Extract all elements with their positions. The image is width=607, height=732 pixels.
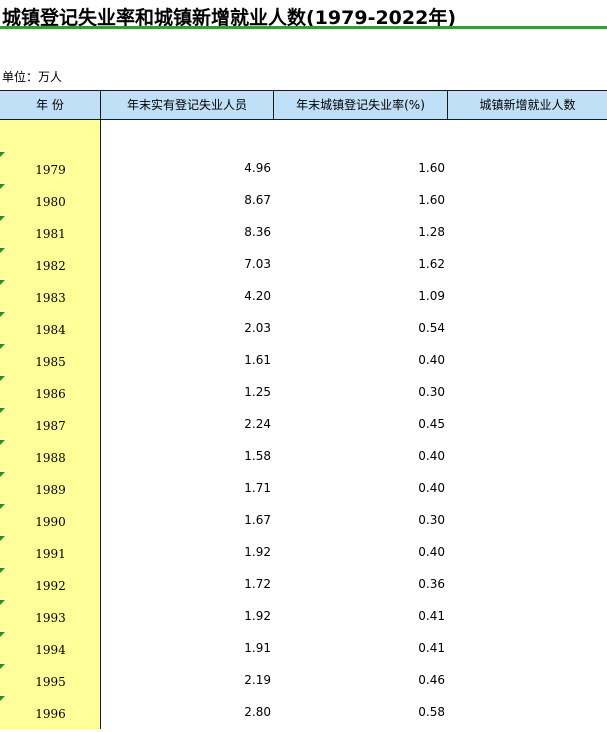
cell-new-employment[interactable] — [448, 632, 607, 664]
cell-unemployment-rate[interactable]: 0.30 — [274, 504, 448, 536]
cell-new-employment[interactable] — [448, 376, 607, 408]
cell-new-employment[interactable] — [448, 248, 607, 280]
cell-registered-unemployed[interactable]: 2.03 — [101, 312, 274, 344]
cell-unemployment-rate[interactable]: 0.58 — [274, 696, 448, 728]
cell-registered-unemployed[interactable]: 1.71 — [101, 472, 274, 504]
cell-year[interactable]: 1993 — [0, 600, 101, 632]
cell-year[interactable]: 1994 — [0, 632, 101, 664]
cell-unemployment-rate[interactable]: 1.28 — [274, 216, 448, 248]
cell-unemployment-rate[interactable]: 0.40 — [274, 440, 448, 472]
cell-registered-unemployed[interactable]: 8.67 — [101, 184, 274, 216]
cell-new-employment[interactable] — [448, 472, 607, 504]
cell-new-employment[interactable] — [448, 504, 607, 536]
cell-year[interactable]: 1996 — [0, 696, 101, 728]
cell-year[interactable]: 1985 — [0, 344, 101, 376]
cell-unemployment-rate[interactable]: 0.40 — [274, 472, 448, 504]
cell-year[interactable]: 1979 — [0, 152, 101, 184]
table-row: 1983 4.20 1.09 — [0, 280, 607, 312]
title-underline — [0, 26, 607, 29]
cell-new-employment[interactable] — [448, 280, 607, 312]
cell-new-employment[interactable] — [448, 216, 607, 248]
cell-year[interactable]: 1984 — [0, 312, 101, 344]
table-row: 1984 2.03 0.54 — [0, 312, 607, 344]
cell-registered-unemployed[interactable]: 4.96 — [101, 152, 274, 184]
table-row: 1980 8.67 1.60 — [0, 184, 607, 216]
cell-registered-unemployed[interactable]: 1.61 — [101, 344, 274, 376]
table-row: 1986 1.25 0.30 — [0, 376, 607, 408]
table-header: 年 份 年末实有登记失业人员 年末城镇登记失业率(%) 城镇新增就业人数 — [0, 90, 607, 120]
table-row: 1979 4.96 1.60 — [0, 152, 607, 184]
cell-new-employment[interactable] — [448, 184, 607, 216]
cell-unemployment-rate[interactable]: 0.41 — [274, 600, 448, 632]
unit-label: 单位：万人 — [2, 70, 63, 84]
cell-unemployment-rate[interactable]: 0.45 — [274, 408, 448, 440]
table-row: 1993 1.92 0.41 — [0, 600, 607, 632]
cell-year[interactable]: 1991 — [0, 536, 101, 568]
cell-new-employment[interactable] — [448, 696, 607, 728]
table-row: 1985 1.61 0.40 — [0, 344, 607, 376]
cell-year[interactable]: 1995 — [0, 664, 101, 696]
cell-unemployment-rate[interactable]: 0.41 — [274, 632, 448, 664]
cell-unemployment-rate[interactable]: 0.54 — [274, 312, 448, 344]
table-row: 1987 2.24 0.45 — [0, 408, 607, 440]
table-row: 1990 1.67 0.30 — [0, 504, 607, 536]
cell-new-employment[interactable] — [448, 152, 607, 184]
cell-year[interactable]: 1986 — [0, 376, 101, 408]
cell-registered-unemployed[interactable]: 8.36 — [101, 216, 274, 248]
cell-registered-unemployed[interactable]: 1.58 — [101, 440, 274, 472]
cell-unemployment-rate[interactable]: 0.40 — [274, 536, 448, 568]
cell-registered-unemployed[interactable]: 1.91 — [101, 632, 274, 664]
header-registered-unemployed[interactable]: 年末实有登记失业人员 — [101, 91, 274, 119]
cell-registered-unemployed[interactable]: 2.24 — [101, 408, 274, 440]
cell-unemployment-rate[interactable]: 1.60 — [274, 152, 448, 184]
cell-new-employment[interactable] — [448, 600, 607, 632]
cell-new-employment[interactable] — [448, 312, 607, 344]
cell-unemployment-rate[interactable]: 0.40 — [274, 344, 448, 376]
table-row: 1988 1.58 0.40 — [0, 440, 607, 472]
cell-year[interactable]: 1992 — [0, 568, 101, 600]
cell-new-employment[interactable] — [448, 440, 607, 472]
cell-unemployment-rate[interactable]: 0.30 — [274, 376, 448, 408]
cell-new-employment[interactable] — [448, 536, 607, 568]
cell-registered-unemployed[interactable]: 1.67 — [101, 504, 274, 536]
cell-registered-unemployed[interactable]: 2.19 — [101, 664, 274, 696]
cell-registered-unemployed[interactable]: 1.92 — [101, 600, 274, 632]
table-row: 1982 7.03 1.62 — [0, 248, 607, 280]
cell-registered-unemployed[interactable]: 4.20 — [101, 280, 274, 312]
cell-unemployment-rate[interactable]: 1.09 — [274, 280, 448, 312]
cell-registered-unemployed[interactable]: 7.03 — [101, 248, 274, 280]
table-row: 1994 1.91 0.41 — [0, 632, 607, 664]
cell-unemployment-rate[interactable]: 0.36 — [274, 568, 448, 600]
header-new-employment[interactable]: 城镇新增就业人数 — [448, 91, 607, 119]
cell-year[interactable]: 1982 — [0, 248, 101, 280]
cell-year[interactable]: 1988 — [0, 440, 101, 472]
cell-registered-unemployed[interactable]: 2.80 — [101, 696, 274, 728]
cell-unemployment-rate[interactable]: 1.62 — [274, 248, 448, 280]
cell-year[interactable]: 1981 — [0, 216, 101, 248]
cell-year[interactable]: 1980 — [0, 184, 101, 216]
cell-new-employment[interactable] — [448, 408, 607, 440]
cell-registered-unemployed[interactable]: 1.72 — [101, 568, 274, 600]
table-row: 1991 1.92 0.40 — [0, 536, 607, 568]
cell-registered-unemployed[interactable]: 1.25 — [101, 376, 274, 408]
cell-year[interactable]: 1990 — [0, 504, 101, 536]
cell-new-employment[interactable] — [448, 568, 607, 600]
cell-new-employment[interactable] — [448, 344, 607, 376]
cell-unemployment-rate[interactable]: 1.60 — [274, 184, 448, 216]
cell-year[interactable]: 1987 — [0, 408, 101, 440]
cell-unemployment-rate[interactable]: 0.46 — [274, 664, 448, 696]
table-row: 1992 1.72 0.36 — [0, 568, 607, 600]
header-year[interactable]: 年 份 — [0, 91, 101, 119]
cell-registered-unemployed[interactable]: 1.92 — [101, 536, 274, 568]
table-row: 1989 1.71 0.40 — [0, 472, 607, 504]
table-row: 1996 2.80 0.58 — [0, 696, 607, 728]
cell-new-employment[interactable] — [448, 664, 607, 696]
table-row: 1981 8.36 1.28 — [0, 216, 607, 248]
table-row: 1995 2.19 0.46 — [0, 664, 607, 696]
cell-year[interactable]: 1983 — [0, 280, 101, 312]
cell-year[interactable]: 1989 — [0, 472, 101, 504]
header-unemployment-rate[interactable]: 年末城镇登记失业率(%) — [274, 91, 448, 119]
